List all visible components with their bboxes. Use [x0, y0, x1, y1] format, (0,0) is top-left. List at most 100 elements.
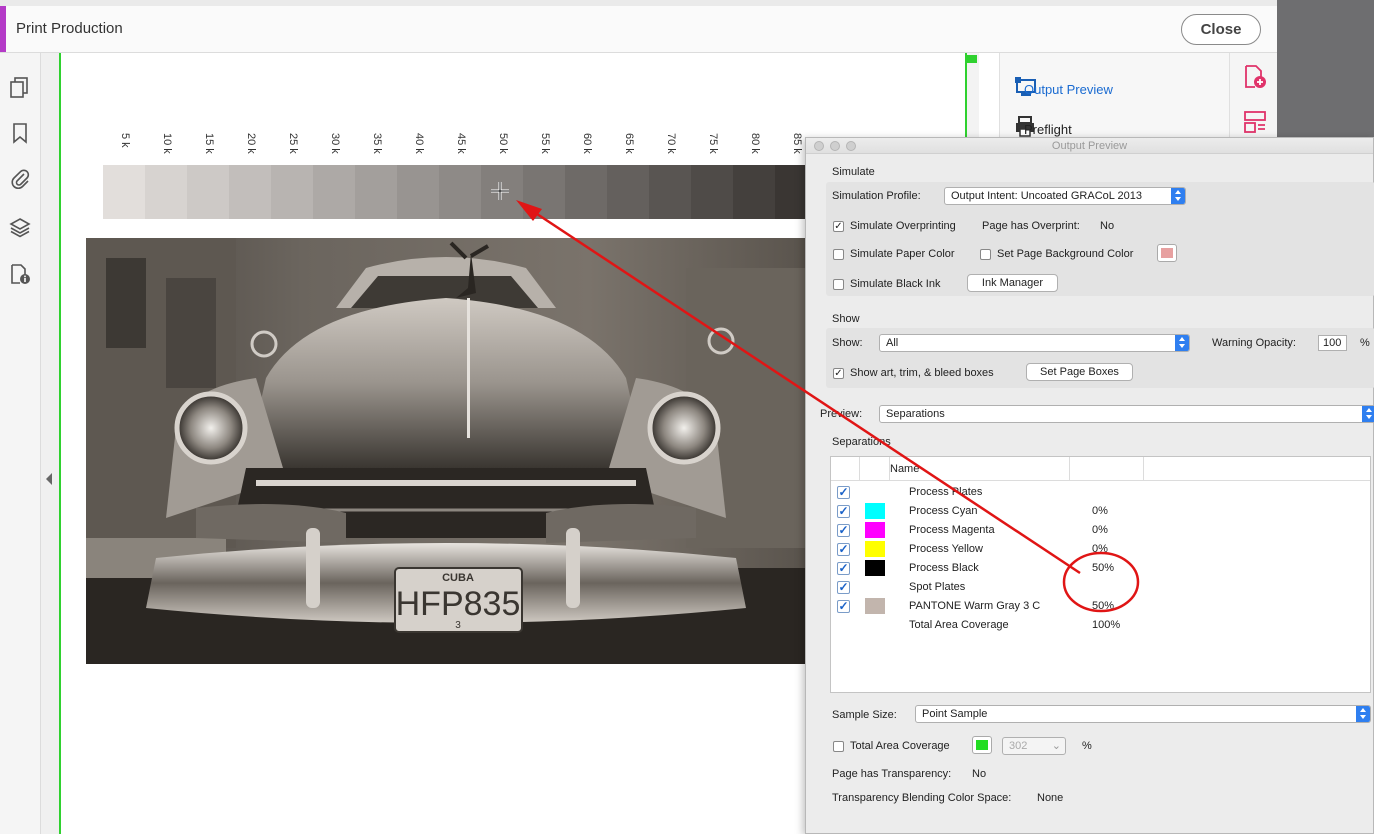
page-transparency-label: Page has Transparency: — [832, 768, 952, 780]
simulate-paper-color-checkbox[interactable] — [833, 249, 844, 260]
separation-value: 50% — [1092, 562, 1115, 574]
gray-ramp-cell — [397, 165, 439, 219]
show-section-title: Show — [832, 313, 860, 325]
separation-row[interactable]: ✓ Spot Plates — [831, 578, 1370, 597]
dialog-titlebar[interactable]: Output Preview — [806, 138, 1373, 154]
gray-ramp-label-text: 15 k — [203, 133, 215, 154]
gray-ramp-cell — [481, 165, 523, 219]
simulate-overprinting-label: Simulate Overprinting — [850, 220, 956, 232]
separation-row[interactable]: ✓ Process Black 50% — [831, 559, 1370, 578]
gray-ramp-cell — [229, 165, 271, 219]
preview-select[interactable]: Separations — [879, 405, 1374, 423]
gray-ramp-cell — [523, 165, 565, 219]
show-art-trim-bleed-checkbox[interactable]: ✓ — [833, 368, 844, 379]
separation-row[interactable]: Total Area Coverage 100% — [831, 616, 1370, 635]
tool-title: Print Production — [16, 20, 123, 37]
select-stepper-icon — [1175, 335, 1189, 351]
chevron-down-icon: ⌄ — [1051, 740, 1061, 752]
simulation-profile-select[interactable]: Output Intent: Uncoated GRACoL 2013 — [944, 187, 1186, 205]
warning-opacity-input[interactable]: 100 — [1318, 335, 1347, 351]
separation-checkbox[interactable]: ✓ — [837, 486, 850, 499]
separation-checkbox[interactable]: ✓ — [837, 524, 850, 537]
total-area-coverage-label: Total Area Coverage — [850, 740, 950, 752]
gray-ramp-label: 75 k — [705, 133, 719, 163]
show-select[interactable]: All — [879, 334, 1190, 352]
layers-icon[interactable] — [8, 215, 32, 239]
panel-collapse-strip — [41, 53, 59, 834]
separation-checkbox[interactable]: ✓ — [837, 505, 850, 518]
separation-value: 0% — [1092, 543, 1108, 555]
right-toolbar — [1229, 53, 1277, 143]
gray-ramp-label-text: 65 k — [623, 133, 635, 154]
header-col-name[interactable]: Name — [890, 457, 1070, 481]
separation-checkbox[interactable]: ✓ — [837, 581, 850, 594]
collapse-arrow-icon[interactable] — [46, 473, 52, 485]
tac-value-select[interactable]: 302 ⌄ — [1002, 737, 1066, 755]
gray-ramp-label-text: 75 k — [707, 133, 719, 154]
separation-value: 0% — [1092, 505, 1108, 517]
select-stepper-icon — [1362, 406, 1374, 422]
simulate-paper-color-label: Simulate Paper Color — [850, 248, 955, 260]
tool-output-preview[interactable]: Output Preview — [1014, 76, 1113, 101]
separation-row[interactable]: ✓ Process Magenta 0% — [831, 521, 1370, 540]
pages-icon[interactable] — [8, 75, 32, 99]
gray-ramp-label: 45 k — [453, 133, 467, 163]
header-col-value[interactable] — [1070, 457, 1144, 481]
canvas-scrollbar[interactable] — [965, 53, 979, 143]
select-stepper-icon — [1356, 706, 1370, 722]
separation-name: Process Yellow — [909, 543, 983, 555]
separation-checkbox[interactable]: ✓ — [837, 543, 850, 556]
page-bg-color-swatch[interactable] — [1157, 244, 1177, 262]
scrollbar-thumb[interactable] — [967, 55, 977, 63]
separation-row[interactable]: ✓ Process Plates — [831, 483, 1370, 502]
gray-ramp-label: 55 k — [537, 133, 551, 163]
tools-panel: Output Preview Preflight — [999, 53, 1229, 143]
create-pdf-icon[interactable] — [1243, 65, 1267, 94]
gray-ramp-cell — [565, 165, 607, 219]
blending-space-value: None — [1037, 792, 1064, 804]
close-button[interactable]: Close — [1181, 14, 1261, 45]
separation-checkbox[interactable]: ✓ — [837, 562, 850, 575]
separation-row[interactable]: ✓ PANTONE Warm Gray 3 C 50% — [831, 597, 1370, 616]
set-page-bg-checkbox[interactable] — [980, 249, 991, 260]
attachment-icon[interactable] — [8, 167, 32, 191]
window-background — [1277, 0, 1374, 140]
separation-checkbox[interactable]: ✓ — [837, 600, 850, 613]
set-page-boxes-button[interactable]: Set Page Boxes — [1026, 363, 1133, 381]
preview-value: Separations — [886, 408, 945, 420]
sample-size-select[interactable]: Point Sample — [915, 705, 1371, 723]
separation-name: Process Black — [909, 562, 979, 574]
gray-ramp-label: 30 k — [327, 133, 341, 163]
header-col-check — [831, 457, 860, 481]
separation-row[interactable]: ✓ Process Yellow 0% — [831, 540, 1370, 559]
simulate-overprinting-checkbox[interactable]: ✓ — [833, 221, 844, 232]
separation-name: Total Area Coverage — [909, 619, 1009, 631]
blending-space-label: Transparency Blending Color Space: — [832, 792, 1012, 804]
gray-ramp-label-text: 5 k — [119, 133, 131, 148]
simulation-profile-label: Simulation Profile: — [832, 190, 921, 202]
bookmark-icon[interactable] — [8, 121, 32, 145]
separation-color-swatch — [865, 503, 885, 519]
document-info-icon[interactable] — [8, 262, 32, 286]
warning-opacity-percent: % — [1360, 337, 1370, 349]
ink-manager-button[interactable]: Ink Manager — [967, 274, 1058, 292]
gray-ramp-label: 20 k — [243, 133, 257, 163]
select-stepper-icon — [1171, 188, 1185, 204]
gray-ramp-label-text: 25 k — [287, 133, 299, 154]
gray-ramp-label: 40 k — [411, 133, 425, 163]
separation-name: PANTONE Warm Gray 3 C — [909, 600, 1041, 612]
simulate-black-ink-checkbox[interactable] — [833, 279, 844, 290]
separation-row[interactable]: ✓ Process Cyan 0% — [831, 502, 1370, 521]
gray-ramp-cell — [649, 165, 691, 219]
tac-color-swatch[interactable] — [972, 736, 992, 754]
gray-ramp-label: 25 k — [285, 133, 299, 163]
name-column-header: Name — [890, 463, 920, 475]
preview-label: Preview: — [820, 408, 863, 420]
gray-ramp-cell — [145, 165, 187, 219]
organize-pages-icon[interactable] — [1243, 110, 1267, 139]
separation-value: 0% — [1092, 524, 1108, 536]
total-area-coverage-checkbox[interactable] — [833, 741, 844, 752]
tool-preflight-label: Preflight — [1024, 121, 1072, 137]
separation-color-swatch — [865, 522, 885, 538]
plate-top-text: CUBA — [442, 572, 474, 584]
